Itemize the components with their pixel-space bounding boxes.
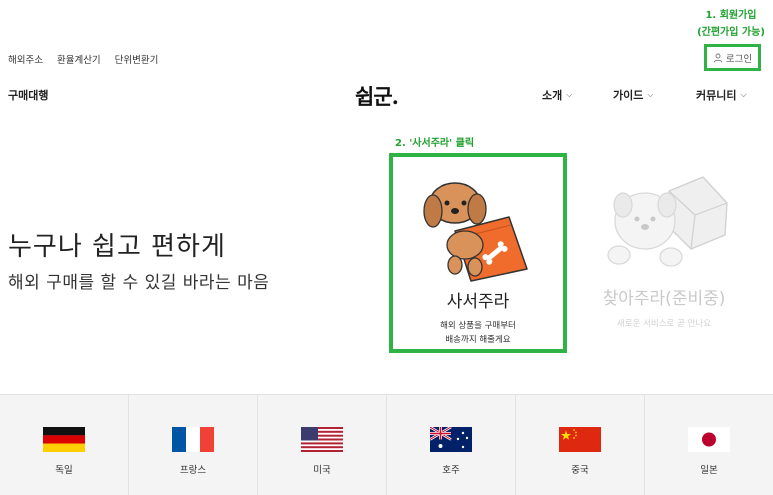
country-name: 일본	[700, 465, 718, 476]
signup-annotation-line2: (간편가입 가능)	[697, 27, 765, 38]
france-flag-icon	[172, 427, 214, 452]
link-overseas-address[interactable]: 해외주소	[8, 52, 43, 66]
login-label: 로그인	[725, 53, 753, 65]
person-icon	[713, 53, 723, 62]
nav-community[interactable]: 커뮤니티 ⌵	[696, 87, 747, 103]
nav-about[interactable]: 소개 ⌵	[542, 87, 572, 103]
service-desc-line2: 배송까지 해줄게요	[445, 335, 511, 345]
utility-links: 해외주소 환율계산기 단위변환기	[8, 52, 158, 66]
brand-subtitle[interactable]: 구매대행	[8, 87, 48, 103]
japan-flag-icon	[688, 427, 730, 452]
service-description: 새로운 서비스로 곧 만나요	[584, 317, 744, 331]
service-title: 찾아주라(준비중)	[602, 289, 726, 309]
link-unit-converter[interactable]: 단위변환기	[115, 52, 159, 66]
chevron-down-icon: ⌵	[647, 90, 654, 99]
chevron-down-icon: ⌵	[740, 90, 747, 99]
link-exchange-calculator[interactable]: 환율계산기	[57, 52, 101, 66]
country-bar: 독일 프랑스 미국 호주 중국 일본	[0, 394, 773, 495]
dog-box-illustration	[607, 176, 728, 267]
login-button[interactable]: 로그인	[713, 51, 752, 65]
country-name: 프랑스	[179, 465, 207, 476]
service-description: 해외 상품을 구매부터 배송까지 해줄게요	[393, 319, 563, 347]
country-name: 독일	[55, 465, 73, 476]
country-name: 중국	[571, 465, 589, 476]
service-card-buy[interactable]: 사서주라 해외 상품을 구매부터 배송까지 해줄게요	[389, 153, 567, 353]
hero-title: 누구나 쉽고 편하게	[8, 232, 226, 262]
signup-annotation-line1: 1. 회원가입	[705, 10, 757, 21]
australia-flag-icon	[430, 427, 472, 452]
click-annotation: 2. '사서주라' 클릭	[395, 138, 475, 149]
country-germany[interactable]: 독일	[0, 395, 129, 495]
chevron-down-icon: ⌵	[566, 90, 573, 99]
country-japan[interactable]: 일본	[645, 395, 773, 495]
country-france[interactable]: 프랑스	[129, 395, 258, 495]
country-china[interactable]: 중국	[516, 395, 645, 495]
hero-subtitle: 해외 구매를 할 수 있길 바라는 마음	[8, 273, 270, 293]
service-title: 사서주라	[446, 292, 510, 312]
signup-annotation: 1. 회원가입 (간편가입 가능)	[690, 7, 772, 41]
nav-guide[interactable]: 가이드 ⌵	[613, 87, 653, 103]
service-desc-line1: 해외 상품을 구매부터	[440, 321, 516, 331]
service-desc-line1: 새로운 서비스로 곧 만나요	[616, 319, 712, 329]
nav-about-label: 소개	[542, 89, 563, 102]
country-usa[interactable]: 미국	[258, 395, 387, 495]
germany-flag-icon	[43, 427, 85, 452]
country-australia[interactable]: 호주	[387, 395, 516, 495]
dog-pillow-illustration	[423, 182, 528, 282]
country-name: 미국	[313, 465, 331, 476]
usa-flag-icon	[301, 427, 343, 452]
login-highlight: 로그인	[704, 44, 761, 71]
site-logo[interactable]: 쉽군.	[355, 81, 399, 111]
nav-guide-label: 가이드	[613, 89, 644, 102]
service-card-find: 찾아주라(준비중) 새로운 서비스로 곧 만나요	[584, 157, 744, 349]
china-flag-icon	[559, 427, 601, 452]
nav-community-label: 커뮤니티	[696, 89, 737, 102]
country-name: 호주	[442, 465, 460, 476]
